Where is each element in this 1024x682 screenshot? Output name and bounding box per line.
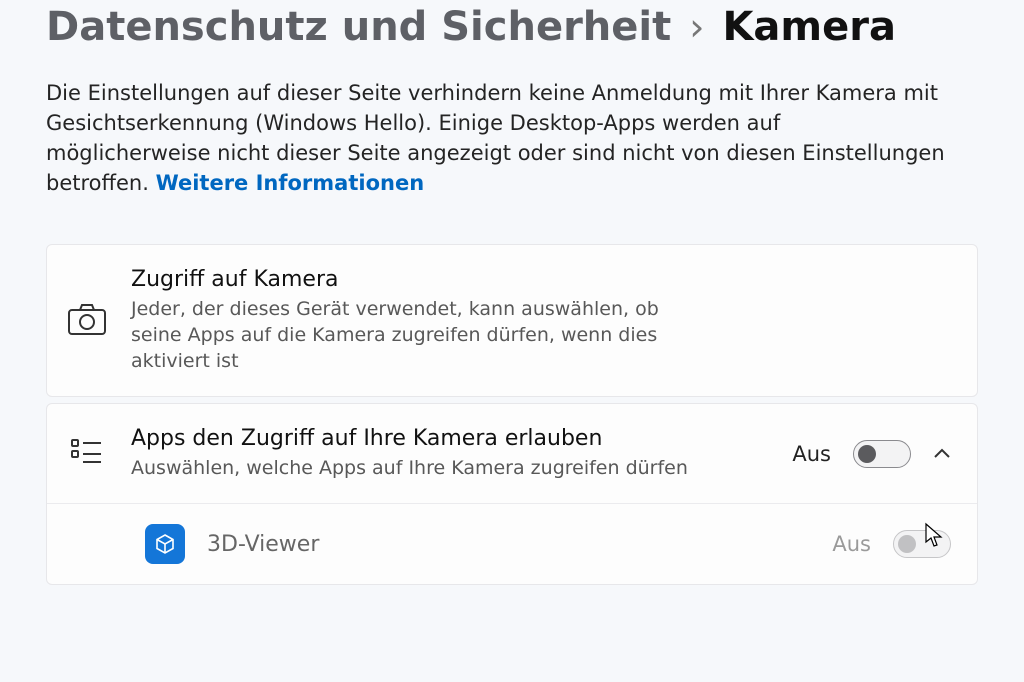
camera-access-title: Zugriff auf Kamera	[131, 267, 691, 292]
app-icon-3d-viewer	[145, 524, 185, 564]
app-access-title: Apps den Zugriff auf Ihre Kamera erlaube…	[131, 426, 688, 451]
camera-access-desc: Jeder, der dieses Gerät verwendet, kann …	[131, 296, 691, 374]
app-access-desc: Auswählen, welche Apps auf Ihre Kamera z…	[131, 455, 688, 481]
list-icon	[71, 437, 103, 471]
breadcrumb-parent-link[interactable]: Datenschutz und Sicherheit	[46, 4, 671, 50]
app-toggle-label: Aus	[832, 532, 871, 556]
app-access-toggle[interactable]	[853, 440, 911, 468]
camera-access-card[interactable]: Zugriff auf Kamera Jeder, der dieses Ger…	[46, 244, 978, 397]
camera-icon	[67, 302, 107, 340]
chevron-up-icon[interactable]	[933, 445, 951, 463]
app-access-toggle-label: Aus	[792, 442, 831, 466]
breadcrumb: Datenschutz und Sicherheit › Kamera	[46, 0, 978, 78]
page-title: Kamera	[722, 4, 896, 50]
app-name: 3D-Viewer	[207, 532, 810, 557]
app-toggle-3d-viewer[interactable]	[893, 530, 951, 558]
intro-text: Die Einstellungen auf dieser Seite verhi…	[46, 78, 950, 198]
breadcrumb-separator: ›	[689, 5, 704, 49]
more-info-link[interactable]: Weitere Informationen	[156, 171, 425, 195]
app-access-header[interactable]: Apps den Zugriff auf Ihre Kamera erlaube…	[47, 404, 977, 503]
app-access-card: Apps den Zugriff auf Ihre Kamera erlaube…	[46, 403, 978, 585]
app-row-3d-viewer: 3D-Viewer Aus	[47, 503, 977, 584]
